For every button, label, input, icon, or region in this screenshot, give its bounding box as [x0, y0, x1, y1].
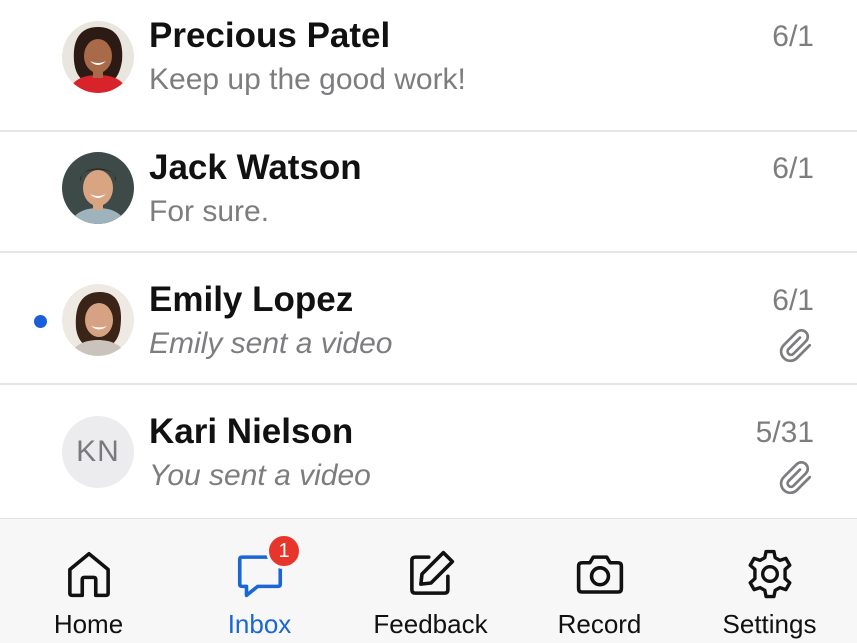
home-icon	[67, 551, 110, 598]
tab-home[interactable]: Home	[3, 519, 174, 643]
tab-label: Home	[53, 609, 124, 639]
conversation-row-jack-watson[interactable]: Jack Watson For sure. 6/1	[0, 121, 857, 253]
avatar	[62, 284, 134, 356]
edit-icon	[409, 550, 454, 595]
message-preview: You sent a video	[149, 459, 371, 492]
avatar	[62, 21, 134, 93]
conversation-list: Precious Patel Keep up the good work! 6/…	[0, 0, 857, 518]
message-date: 6/1	[772, 152, 814, 185]
gear-icon	[748, 549, 791, 599]
message-preview: Emily sent a video	[149, 327, 393, 360]
message-preview: Keep up the good work!	[149, 63, 466, 96]
avatar	[62, 152, 134, 224]
tab-settings[interactable]: Settings	[684, 519, 855, 643]
unread-count-badge: 1	[266, 533, 302, 569]
tab-bar: Home 1 Inbox Feedback Record Settings	[0, 518, 857, 643]
tab-label: Feedback	[373, 609, 488, 639]
tab-record[interactable]: Record	[514, 519, 685, 643]
tab-label: Record	[557, 609, 642, 639]
message-date: 5/31	[755, 416, 814, 449]
contact-name: Emily Lopez	[149, 280, 354, 319]
paperclip-icon	[779, 460, 812, 495]
tab-feedback[interactable]: Feedback	[345, 519, 516, 643]
conversation-row-emily-lopez[interactable]: Emily Lopez Emily sent a video 6/1	[0, 253, 857, 385]
contact-name: Kari Nielson	[149, 412, 354, 451]
unread-indicator	[34, 315, 47, 328]
contact-name: Precious Patel	[149, 16, 391, 55]
contact-name: Jack Watson	[149, 148, 362, 187]
tab-label: Settings	[722, 609, 817, 639]
message-date: 6/1	[772, 20, 814, 53]
paperclip-icon	[779, 328, 812, 363]
message-date: 6/1	[772, 284, 814, 317]
tab-inbox[interactable]: 1 Inbox	[174, 519, 345, 643]
message-preview: For sure.	[149, 195, 270, 228]
tab-label: Inbox	[227, 609, 292, 639]
avatar-initials: KN	[62, 416, 134, 488]
camera-icon	[576, 555, 623, 594]
conversation-row-precious-patel[interactable]: Precious Patel Keep up the good work! 6/…	[0, 0, 857, 132]
conversation-row-kari-nielson[interactable]: KN Kari Nielson You sent a video 5/31	[0, 385, 857, 517]
